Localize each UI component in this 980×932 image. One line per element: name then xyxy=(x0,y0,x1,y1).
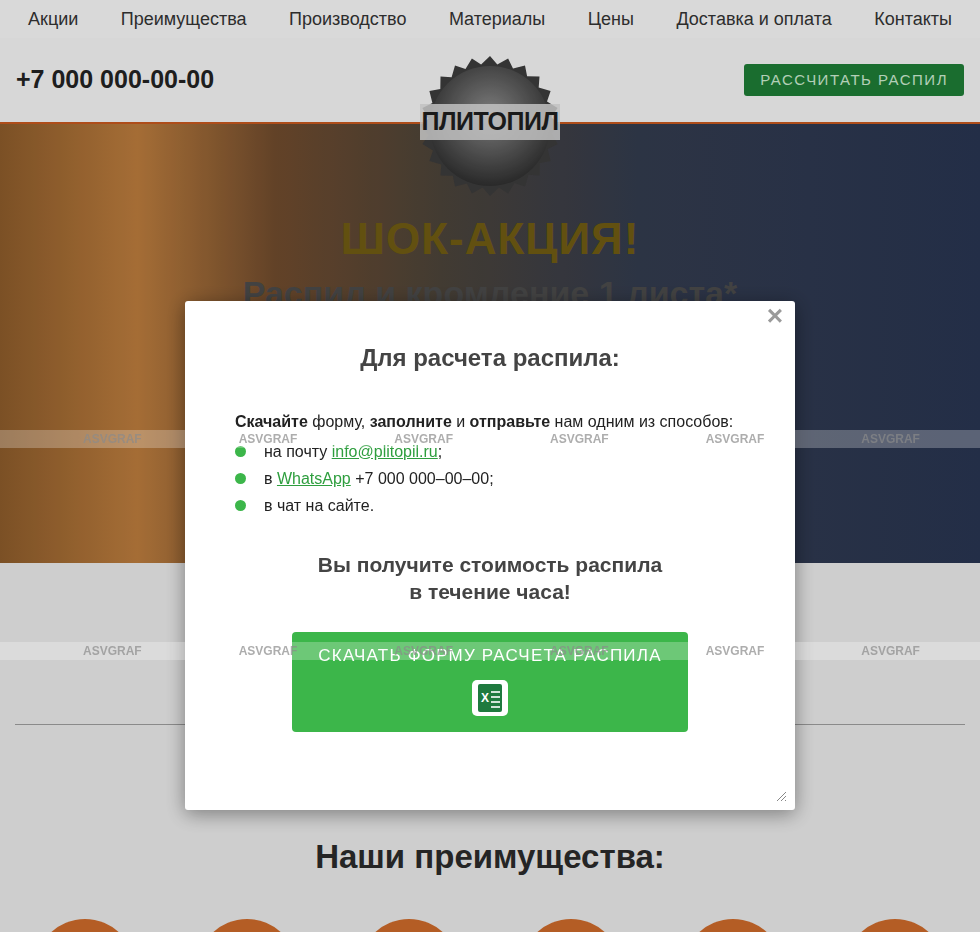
intro-segment: заполните xyxy=(370,413,452,430)
methods-list: на почту info@plitopil.ru; в WhatsApp +7 … xyxy=(235,438,733,519)
excel-icon: X xyxy=(472,680,508,716)
method-segment: ; xyxy=(438,443,442,460)
intro-segment: форму, xyxy=(308,413,370,430)
download-form-button[interactable]: СКАЧАТЬ ФОРМУ РАСЧЕТА РАСПИЛА X xyxy=(292,632,688,732)
calculation-modal: × Для расчета распила: Скачайте форму, зап… xyxy=(185,301,795,810)
intro-segment: и xyxy=(452,413,470,430)
bullet-dot-icon xyxy=(235,473,246,484)
method-segment: в xyxy=(264,470,277,487)
result-line: Вы получите стоимость распила xyxy=(318,551,662,578)
method-segment: в чат на сайте. xyxy=(264,497,374,514)
close-button[interactable]: × xyxy=(763,301,787,331)
modal-instructions: Скачайте форму, заполните и отправьте на… xyxy=(235,411,733,519)
method-segment: +7 000 000–00–00; xyxy=(351,470,494,487)
method-link[interactable]: info@plitopil.ru xyxy=(332,443,438,460)
excel-letter: X xyxy=(481,692,489,704)
modal-wrapper: × Для расчета распила: Скачайте форму, зап… xyxy=(0,0,980,932)
intro-segment: Скачайте xyxy=(235,413,308,430)
method-segment: на почту xyxy=(264,443,332,460)
bullet-dot-icon xyxy=(235,446,246,457)
result-line: в течение часа! xyxy=(409,578,571,605)
method-text: на почту info@plitopil.ru; xyxy=(264,441,442,463)
resize-handle-icon[interactable] xyxy=(775,790,787,802)
intro-segment: отправьте xyxy=(470,413,551,430)
modal-title: Для расчета распила: xyxy=(360,343,620,373)
bullet-dot-icon xyxy=(235,500,246,511)
download-label: СКАЧАТЬ ФОРМУ РАСЧЕТА РАСПИЛА xyxy=(318,645,661,667)
method-item: на почту info@plitopil.ru; xyxy=(235,438,733,465)
excel-sheet-icon: X xyxy=(478,684,502,712)
method-item: в чат на сайте. xyxy=(235,492,733,519)
sheet-lines-icon xyxy=(491,688,500,708)
intro-segment: нам одним из способов: xyxy=(550,413,733,430)
method-link[interactable]: WhatsApp xyxy=(277,470,351,487)
method-item: в WhatsApp +7 000 000–00–00; xyxy=(235,465,733,492)
method-text: в WhatsApp +7 000 000–00–00; xyxy=(264,468,494,490)
method-text: в чат на сайте. xyxy=(264,495,374,517)
result-note: Вы получите стоимость распилав течение ч… xyxy=(318,551,662,605)
intro-text: Скачайте форму, заполните и отправьте на… xyxy=(235,411,733,433)
